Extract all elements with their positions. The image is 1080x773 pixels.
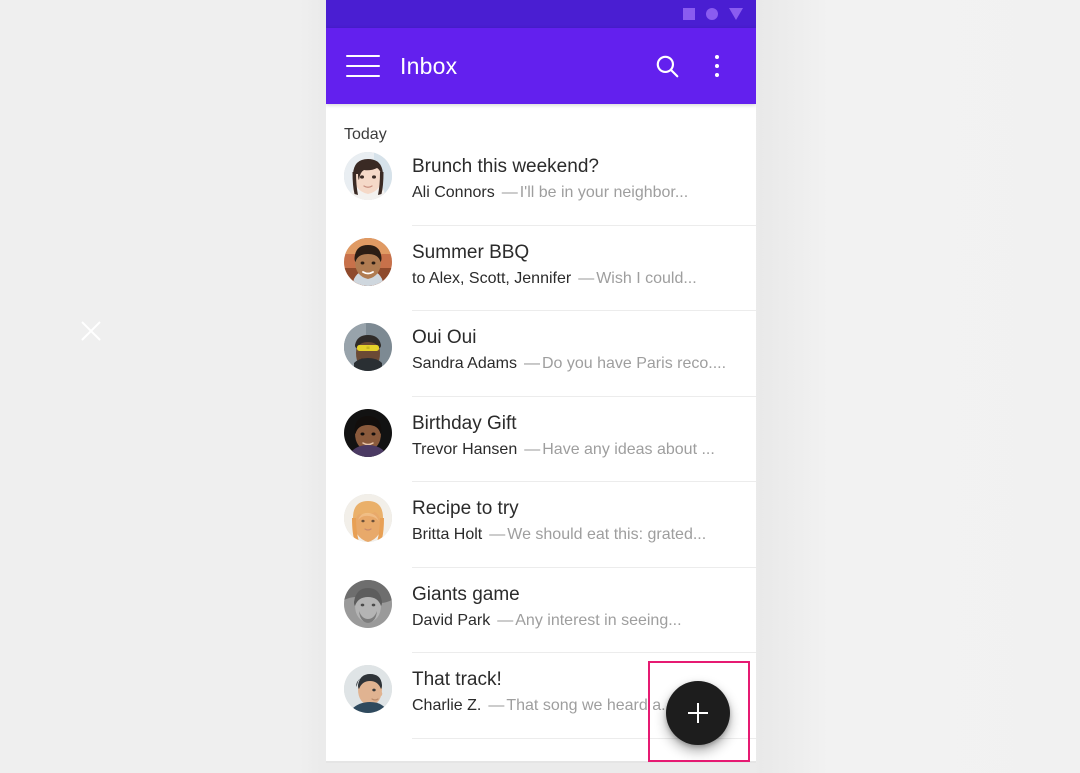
phone-frame: Inbox Today Brunch this weekend? Ali Con… — [326, 0, 756, 763]
list-item-dash: — — [523, 355, 540, 372]
avatar-david-park — [344, 579, 392, 628]
list-item-snippet: That song we heard a... — [506, 697, 675, 714]
list-item-subject: Giants game — [412, 583, 520, 605]
list-item-snippet: Wish I could... — [596, 269, 697, 287]
list-item-sender: Charlie Z. — [412, 697, 482, 714]
list-item-meta: David Park — Any interest in seeing... — [412, 609, 756, 633]
list-item-text: Giants game David Park — Any interest in s… — [392, 568, 756, 633]
app-bar: Inbox — [326, 28, 756, 104]
list-item[interactable]: Birthday Gift Trevor Hansen — Have any ide… — [326, 397, 756, 482]
list-item-subject: Recipe to try — [412, 498, 519, 519]
avatar-britta-holt — [344, 494, 392, 542]
list-item[interactable]: Brunch this weekend? Ali Connors — I'll be… — [326, 140, 756, 226]
list-section-header: Today — [344, 126, 387, 143]
more-dot-2 — [714, 63, 720, 69]
menu-line-3 — [346, 74, 380, 77]
plus-icon-vertical — [696, 703, 700, 723]
more-dot-3 — [714, 72, 720, 77]
list-item-subject: Birthday Gift — [412, 412, 517, 434]
list-item-meta: Sandra Adams — Do you have Paris reco.... — [412, 352, 756, 376]
avatar-trevor-hansen — [344, 408, 392, 457]
list-item[interactable]: Summer BBQ to Alex, Scott, Jennifer — Wish… — [326, 226, 756, 311]
list-item-meta: Britta Holt — We should eat this: grated..… — [412, 523, 756, 547]
list-item-text: Oui Oui Sandra Adams — Do you have Paris r… — [392, 311, 756, 376]
status-bar — [326, 0, 756, 28]
list-item-meta: Trevor Hansen — Have any ideas about ... — [412, 438, 756, 462]
list-item-sender: to Alex, Scott, Jennifer — [412, 269, 572, 287]
menu-line-1 — [346, 55, 380, 58]
list-item-dash: — — [497, 611, 514, 629]
list-item-snippet: Any interest in seeing... — [515, 611, 682, 629]
list-item-dash: — — [489, 526, 506, 543]
list-item-dash: — — [501, 184, 518, 201]
list-item-dash: — — [488, 697, 505, 714]
list-item-snippet: We should eat this: grated... — [507, 526, 707, 543]
list-item-sender: Sandra Adams — [412, 355, 517, 372]
search-icon-glyph — [656, 55, 679, 78]
list-item-sender: David Park — [412, 611, 491, 629]
triangle-down-icon — [729, 8, 743, 20]
list-item[interactable]: Recipe to try Britta Holt — We should eat … — [326, 482, 756, 568]
more-dot-1 — [714, 55, 720, 60]
list-item-dash: — — [578, 269, 595, 287]
mail-list[interactable]: Today Brunch this weekend? Ali Connors —… — [326, 104, 756, 763]
list-item-text: Birthday Gift Trevor Hansen — Have any ide… — [392, 397, 756, 462]
list-item-text: Recipe to try Britta Holt — We should eat … — [392, 482, 756, 547]
avatar-ali-connors — [344, 152, 392, 200]
avatar-sandra-adams — [344, 323, 392, 371]
avatar-charlie-z — [344, 665, 392, 713]
menu-line-2 — [346, 64, 380, 68]
search-icon[interactable] — [650, 49, 684, 83]
more-vert-icon[interactable] — [700, 49, 734, 83]
list-item-sender: Trevor Hansen — [412, 440, 518, 458]
list-item[interactable]: Oui Oui Sandra Adams — Do you have Paris r… — [326, 311, 756, 397]
list-item-subject: Oui Oui — [412, 327, 477, 348]
list-item-meta: Ali Connors — I'll be in your neighbor... — [412, 181, 756, 205]
list-item-sender: Britta Holt — [412, 526, 483, 543]
avatar-summer-bbq — [344, 237, 392, 286]
list-item-subject: Brunch this weekend? — [412, 156, 599, 177]
page-title: Inbox — [400, 52, 458, 79]
list-item-snippet: Have any ideas about ... — [542, 440, 715, 458]
close-icon[interactable] — [76, 316, 106, 346]
square-icon — [683, 8, 695, 20]
add-fab-button[interactable] — [666, 681, 730, 745]
hamburger-menu-icon[interactable] — [346, 51, 380, 81]
list-item-text: Brunch this weekend? Ali Connors — I'll be… — [392, 140, 756, 205]
list-item-subject: Summer BBQ — [412, 241, 530, 263]
list-item-sender: Ali Connors — [412, 184, 495, 201]
list-item-snippet: Do you have Paris reco.... — [541, 355, 727, 372]
list-item-dash: — — [524, 440, 541, 458]
list-item-text: Summer BBQ to Alex, Scott, Jennifer — Wish… — [392, 226, 756, 291]
list-item[interactable]: Giants game David Park — Any interest in s… — [326, 568, 756, 653]
circle-icon — [706, 8, 718, 20]
list-item-snippet: I'll be in your neighbor... — [519, 184, 689, 201]
list-item-meta: to Alex, Scott, Jennifer — Wish I could... — [412, 267, 756, 291]
